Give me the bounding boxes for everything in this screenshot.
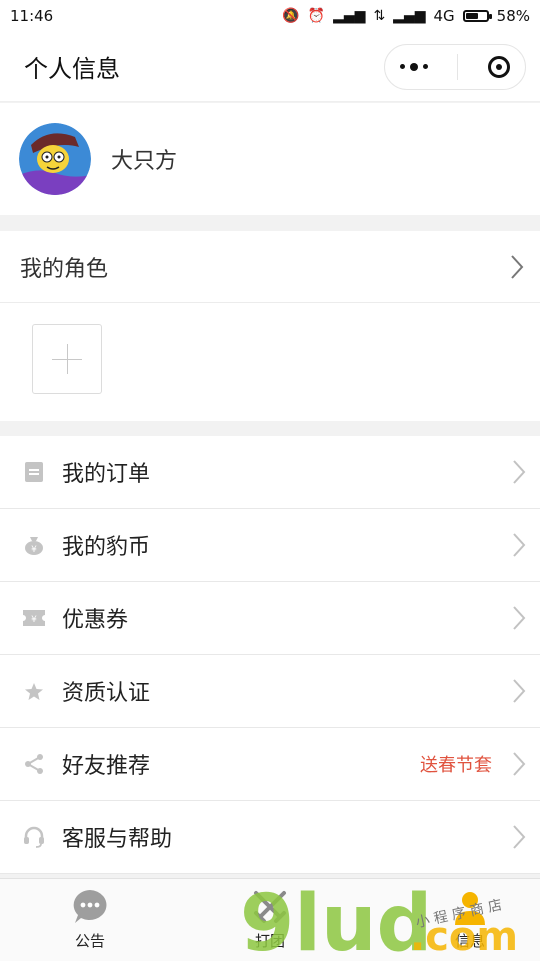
navigation-bar: 个人信息	[0, 32, 540, 102]
profile-card[interactable]: 大只方	[0, 103, 540, 215]
status-time: 11:46	[10, 7, 54, 25]
menu-label: 我的订单	[62, 462, 151, 487]
headset-icon	[22, 825, 46, 849]
chevron-right-icon	[513, 460, 526, 484]
signal-icon: ▂▄▆	[333, 8, 366, 24]
menu-label: 好友推荐	[62, 754, 151, 779]
tab-label: 打团	[254, 932, 285, 950]
status-bar: 11:46 🔕 ⏰ ▂▄▆ ⇅ ▂▄▆ 4G 58%	[0, 0, 540, 32]
svg-text:¥: ¥	[31, 615, 37, 625]
status-icons: 🔕 ⏰ ▂▄▆ ⇅ ▂▄▆ 4G 58%	[282, 7, 530, 25]
alarm-icon: ⏰	[307, 8, 326, 24]
username: 大只方	[111, 149, 178, 174]
menu-label: 客服与帮助	[62, 827, 173, 852]
avatar[interactable]	[19, 123, 91, 195]
tab-label: 公告	[74, 932, 105, 950]
chevron-right-icon	[513, 606, 526, 630]
tab-announcements[interactable]: 公告	[40, 887, 140, 951]
promo-text: 送春节套	[420, 755, 492, 776]
menu-item-coupons[interactable]: ¥ 优惠券	[0, 582, 540, 655]
chevron-right-icon	[513, 825, 526, 849]
menu-item-support[interactable]: 客服与帮助	[0, 801, 540, 874]
signal-icon-2: ▂▄▆	[393, 8, 426, 24]
menu-label: 资质认证	[62, 681, 151, 706]
chevron-right-icon	[513, 752, 526, 776]
network-type: 4G	[433, 7, 455, 25]
roles-header[interactable]: 我的角色	[0, 231, 540, 303]
order-icon	[22, 460, 46, 484]
chevron-right-icon	[513, 679, 526, 703]
roles-section: 我的角色	[0, 231, 540, 421]
tab-label: 信息	[454, 932, 485, 950]
svg-text:¥: ¥	[31, 545, 37, 555]
menu-label: 优惠券	[62, 608, 129, 633]
certificate-icon	[22, 679, 46, 703]
chevron-right-icon	[511, 254, 524, 279]
add-role-button[interactable]	[32, 324, 102, 394]
battery-percent: 58%	[496, 7, 530, 25]
menu-item-referral[interactable]: 好友推荐 送春节套	[0, 728, 540, 801]
data-arrows-icon: ⇅	[373, 8, 386, 24]
tab-bar: 公告 打团 信息	[0, 878, 540, 961]
menu-label: 我的豹币	[62, 535, 151, 560]
share-icon	[22, 752, 46, 776]
menu-item-coins[interactable]: ¥ 我的豹币	[0, 509, 540, 582]
capsule-divider	[457, 53, 459, 80]
miniprogram-capsule	[384, 43, 526, 90]
person-icon	[455, 892, 485, 925]
page-title: 个人信息	[24, 55, 120, 83]
chat-bubble-icon	[73, 890, 107, 923]
menu-item-certification[interactable]: 资质认证	[0, 655, 540, 728]
roles-title: 我的角色	[20, 256, 109, 282]
battery-icon	[462, 10, 492, 22]
menu-list: 我的订单 ¥ 我的豹币 ¥ 优惠券 资质认证 好友推荐 送春节套 客服与帮助	[0, 436, 540, 874]
coin-bag-icon: ¥	[22, 533, 46, 557]
chevron-right-icon	[513, 533, 526, 557]
tab-info[interactable]: 信息	[420, 887, 520, 951]
menu-item-orders[interactable]: 我的订单	[0, 436, 540, 509]
coupon-icon: ¥	[22, 606, 46, 630]
close-circle-icon[interactable]	[488, 55, 511, 78]
swords-icon	[254, 891, 286, 923]
mute-icon: 🔕	[282, 8, 300, 24]
more-dots-icon[interactable]	[399, 62, 428, 71]
tab-team[interactable]: 打团	[220, 887, 320, 951]
